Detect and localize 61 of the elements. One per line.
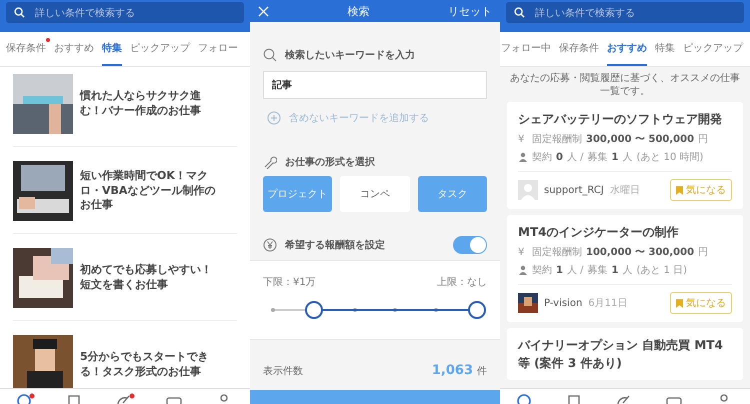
job-title: シェアバッテリーのソフトウェア開発 [518,111,723,128]
user-name[interactable]: support_RCJ [544,184,604,196]
search-field[interactable]: 詳しい条件で検索する [6,2,244,23]
count-unit: 件 [477,365,487,378]
tab[interactable]: フォロー [198,32,238,66]
section-label: 検索したいキーワードを入力 [285,48,415,62]
contract-label: 契約 [532,264,552,277]
upper-limit-label: 上限：なし [437,276,487,289]
user-name[interactable]: P-vision [544,298,582,308]
section-label: 希望する報酬額を設定 [285,238,385,252]
article-title[interactable]: 慣れた人ならサクサク進む！バナー作成のお仕事 [80,89,220,119]
search-field[interactable]: 詳しい条件で検索する [506,2,744,23]
count-label: 表示件数 [263,364,304,378]
pay-unit: 円 [698,246,708,259]
article-title[interactable]: 5分からでもスタートできる！タスク形式のお仕事 [80,350,220,380]
time-remaining: (あと 10 時間) [636,150,704,164]
section-label: お仕事の形式を選択 [285,156,375,169]
job-title: バイナリーオプション 自動売買 MT4等 (案件 3 件あり) [518,337,724,372]
count-unit: 人 [622,151,632,164]
tab[interactable]: 特集 [655,32,675,66]
pay-type: 固定報酬制 [532,132,582,146]
job-type-button[interactable]: タスク [418,176,487,212]
contract-count: 1 [556,264,563,276]
pay-range: 100,000 〜 300,000 [586,246,694,259]
caption-text: あなたの応募・閲覧履歴に基づく、オススメの仕事一覧です。 [509,72,741,98]
article-title[interactable]: 短い作業時間でOK！マクロ・VBAなどツール制作のお仕事 [80,168,220,214]
tab[interactable]: フォロー中 [501,32,551,66]
tab[interactable]: 保存条件 [559,32,599,66]
tab[interactable]: おすすめ [54,32,94,66]
job-card[interactable]: バイナリーオプション 自動売買 MT4等 (案件 3 件あり) [507,328,743,380]
recruit-label: 募集 [588,264,608,277]
job-card[interactable]: シェアバッテリーのソフトウェア開発 ¥ 固定報酬制 300,000 〜 500,000 円 契約 0 人 / 募集 1 人 (あと 10 時間) support_RCJ 水曜日 気になる [507,102,743,209]
pay-range: 300,000 〜 500,000 [586,133,694,146]
lower-limit-label: 下限：¥1万 [263,276,316,289]
post-date: 水曜日 [610,184,640,197]
tab[interactable]: ピックアップ [683,32,743,66]
pay-type: 固定報酬制 [532,246,582,259]
count-unit: 人 / [566,151,584,164]
job-card[interactable]: MT4のインジケーターの制作 ¥ 固定報酬制 100,000 〜 300,000 円 契約 1 人 / 募集 1 人 (あと 1 日) P-vision 6月11日 気になる [507,215,743,322]
yen-icon: ¥ [518,246,528,258]
result-count: 1,063 [432,363,473,378]
job-title: MT4のインジケーターの制作 [518,224,680,241]
recruit-label: 募集 [588,150,608,164]
article-title[interactable]: 初めてでも応募しやすい！短文を書くお仕事 [80,263,220,293]
contract-count: 0 [556,152,563,162]
pay-unit: 円 [698,133,708,146]
recruit-count: 1 [612,264,618,276]
screen-title: 検索 [346,4,370,18]
reset-button[interactable]: リセット [448,4,492,18]
recruit-count: 1 [612,152,618,162]
job-type-button[interactable]: コンペ [340,176,410,212]
count-unit: 人 [622,264,632,277]
contract-label: 契約 [532,150,552,164]
yen-icon: ¥ [518,134,528,144]
job-type-button[interactable]: プロジェクト [263,176,332,212]
post-date: 6月11日 [588,297,628,310]
tab[interactable]: ピックアップ [130,32,190,66]
count-unit: 人 / [566,264,584,277]
tab[interactable]: 保存条件 [6,32,46,66]
time-remaining: (あと 1 日) [636,264,688,277]
keyword-field[interactable]: 記事 [263,71,487,99]
